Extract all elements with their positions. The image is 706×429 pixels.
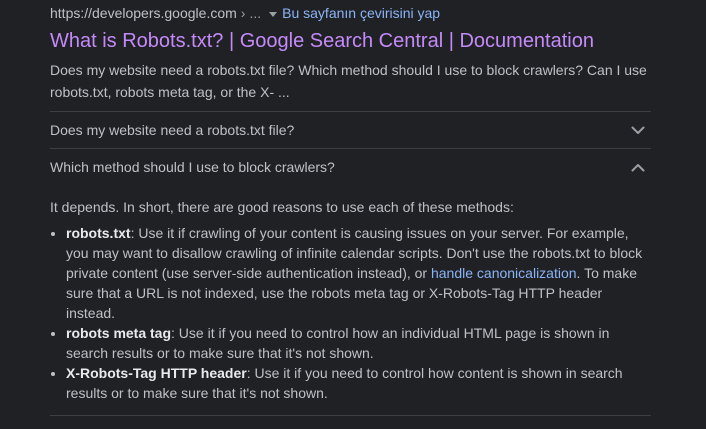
faq-answer: It depends. In short, there are good rea… <box>50 185 651 415</box>
result-snippet: Does my website need a robots.txt file? … <box>50 62 647 100</box>
result-url[interactable]: https://developers.google.com <box>50 2 237 24</box>
faq-accordion: Does my website need a robots.txt file? … <box>50 111 651 416</box>
faq-question-block-crawlers[interactable]: Which method should I use to block crawl… <box>50 149 651 185</box>
faq-divider <box>50 415 651 416</box>
list-item: X-Robots-Tag HTTP header: Use it if you … <box>66 363 651 403</box>
bullet-term: robots meta tag <box>66 325 172 341</box>
faq-item: Which method should I use to block crawl… <box>50 148 651 415</box>
result-title-link[interactable]: What is Robots.txt? | Google Search Cent… <box>50 27 651 55</box>
breadcrumb-separator: › <box>240 5 246 21</box>
handle-canonicalization-link[interactable]: handle canonicalization <box>431 265 577 281</box>
bullet-term: robots.txt <box>66 225 131 241</box>
faq-question-text: Does my website need a robots.txt file? <box>50 122 295 138</box>
list-item: robots meta tag: Use it if you need to c… <box>66 323 651 363</box>
caret-down-icon[interactable] <box>269 11 278 17</box>
faq-question-text: Which method should I use to block crawl… <box>50 159 335 175</box>
translate-page-link[interactable]: Bu sayfanın çevirisini yap <box>282 2 440 24</box>
bullet-term: X-Robots-Tag HTTP header <box>66 365 247 381</box>
search-result: https://developers.google.com › ... Bu s… <box>50 0 651 416</box>
faq-answer-intro: It depends. In short, there are good rea… <box>50 199 514 215</box>
chevron-up-icon[interactable] <box>630 159 646 175</box>
list-item: robots.txt: Use it if crawling of your c… <box>66 223 651 323</box>
faq-item: Does my website need a robots.txt file? <box>50 111 651 148</box>
result-url-row: https://developers.google.com › ... Bu s… <box>50 0 651 26</box>
chevron-down-icon[interactable] <box>630 122 646 138</box>
faq-answer-list: robots.txt: Use it if crawling of your c… <box>50 223 651 403</box>
url-ellipsis: ... <box>249 5 262 21</box>
faq-question-robots-needed[interactable]: Does my website need a robots.txt file? <box>50 112 651 148</box>
